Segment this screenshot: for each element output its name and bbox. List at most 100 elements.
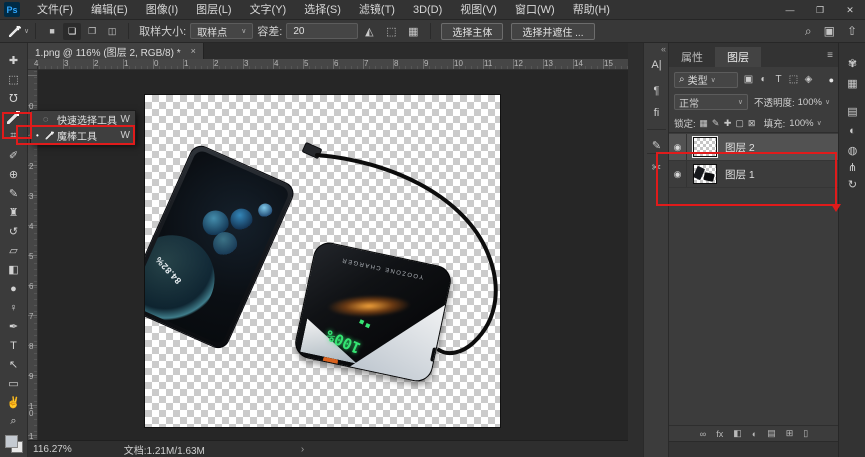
glyphs-panel-icon[interactable]: ﬁ xyxy=(644,107,669,119)
sample-size-select[interactable]: 取样点 ∨ xyxy=(190,23,253,39)
share-icon[interactable]: ⇧ xyxy=(847,24,857,38)
clone-stamp-tool[interactable]: ♜ xyxy=(2,203,26,222)
filter-type-layers-icon[interactable]: T xyxy=(771,74,786,85)
panel-menu-icon[interactable]: ≡ xyxy=(827,50,833,61)
gradient-tool[interactable]: ◧ xyxy=(2,260,26,279)
sample-all-layers-icon[interactable]: ▦ xyxy=(403,23,423,40)
crop-tool[interactable]: ⌗ xyxy=(2,127,26,146)
dodge-tool[interactable]: ♀ xyxy=(2,298,26,317)
filter-toggle-icon[interactable]: ● xyxy=(829,75,834,85)
move-tool[interactable]: ✚ xyxy=(2,51,26,70)
add-to-selection-icon[interactable]: ❏ xyxy=(63,23,81,40)
delete-layer-icon[interactable]: ▯ xyxy=(803,428,808,439)
canvas[interactable]: 84.82% YOOZONE CHARGER 100% xyxy=(145,95,500,427)
menu-item-3[interactable]: 图层(L) xyxy=(187,0,240,20)
eyedropper-tool[interactable]: ✐ xyxy=(2,146,26,165)
subtract-from-selection-icon[interactable]: ❐ xyxy=(83,23,101,40)
menu-item-2[interactable]: 图像(I) xyxy=(137,0,187,20)
fill-select[interactable]: 100% ∨ xyxy=(789,118,821,129)
filter-adjustment-layers-icon[interactable]: ◐ xyxy=(756,74,771,85)
color-panel-icon[interactable]: ✾ xyxy=(839,57,865,70)
menu-item-10[interactable]: 帮助(H) xyxy=(564,0,619,20)
document-tab[interactable]: 1.png @ 116% (图层 2, RGB/8) * × xyxy=(28,43,204,59)
close-icon[interactable]: × xyxy=(191,46,196,56)
character-panel-icon[interactable]: A| xyxy=(644,59,669,71)
intersect-selection-icon[interactable]: ◫ xyxy=(103,23,121,40)
paragraph-panel-icon[interactable]: ¶ xyxy=(644,85,669,97)
layer-visibility-eye-icon[interactable]: ◉ xyxy=(669,134,687,160)
chevron-right-icon[interactable]: › xyxy=(301,444,304,455)
restore-button[interactable]: ❐ xyxy=(805,0,835,20)
layer-thumbnail[interactable] xyxy=(693,137,717,157)
foreground-background-swatches[interactable] xyxy=(4,435,24,454)
menu-item-5[interactable]: 选择(S) xyxy=(295,0,350,20)
workspace-switcher-icon[interactable]: ▣ xyxy=(824,24,835,38)
libraries-panel-icon[interactable]: ▤ xyxy=(839,105,865,118)
menu-item-4[interactable]: 文字(Y) xyxy=(241,0,296,20)
eraser-tool[interactable]: ▱ xyxy=(2,241,26,260)
menu-item-1[interactable]: 编辑(E) xyxy=(82,0,137,20)
shape-tool[interactable]: ▭ xyxy=(2,374,26,393)
swatches-panel-icon[interactable]: ▦ xyxy=(839,77,865,90)
link-layers-icon[interactable]: ∞ xyxy=(700,429,706,439)
adjustments-panel-icon[interactable]: ◐ xyxy=(839,125,865,137)
layer-visibility-eye-icon[interactable]: ◉ xyxy=(669,161,687,187)
pen-tool[interactable]: ✒ xyxy=(2,317,26,336)
lock-pixels-icon[interactable]: ✎ xyxy=(710,118,722,129)
search-icon[interactable]: ⌕ xyxy=(805,24,812,39)
layer-effects-icon[interactable]: fx xyxy=(716,429,723,439)
brush-tool[interactable]: ✎ xyxy=(2,184,26,203)
layer-mask-icon[interactable]: ◧ xyxy=(733,428,742,439)
marquee-tool[interactable]: ⬚ xyxy=(2,70,26,89)
tolerance-input[interactable]: 20 xyxy=(286,23,358,39)
menu-item-9[interactable]: 窗口(W) xyxy=(506,0,564,20)
lasso-tool[interactable]: ℧ xyxy=(2,89,26,108)
new-selection-icon[interactable]: ■ xyxy=(43,23,61,40)
menu-item-8[interactable]: 视图(V) xyxy=(451,0,506,20)
menu-item-7[interactable]: 3D(D) xyxy=(404,0,451,20)
opacity-select[interactable]: 100% ∨ xyxy=(798,97,830,108)
foreground-color-swatch[interactable] xyxy=(5,435,18,448)
filter-smart-objects-icon[interactable]: ◈ xyxy=(801,74,816,85)
lock-transparent-icon[interactable]: ▦ xyxy=(698,118,710,129)
magic-wand-tool[interactable] xyxy=(2,108,26,127)
select-and-mask-button[interactable]: 选择并遮住 ... xyxy=(511,23,594,40)
healing-brush-tool[interactable]: ⊕ xyxy=(2,165,26,184)
paths-panel-icon[interactable]: ⋔ xyxy=(839,161,865,174)
type-tool[interactable]: T xyxy=(2,336,26,355)
flyout-item-1[interactable]: •魔棒工具W xyxy=(31,127,135,143)
layer-thumbnail[interactable] xyxy=(693,164,717,184)
blur-tool[interactable]: ● xyxy=(2,279,26,298)
layer-row-图层1[interactable]: ◉图层 1 xyxy=(669,161,839,188)
close-button[interactable]: ✕ xyxy=(835,0,865,20)
hand-tool[interactable]: ✌ xyxy=(2,393,26,412)
expand-panels-icon[interactable]: « xyxy=(661,44,666,54)
styles-panel-icon[interactable]: ◍ xyxy=(839,144,865,157)
filter-pixel-layers-icon[interactable]: ▣ xyxy=(741,74,756,85)
anti-alias-icon[interactable]: ◭ xyxy=(359,23,379,40)
zoom-level[interactable]: 116.27% xyxy=(33,444,72,455)
menu-item-0[interactable]: 文件(F) xyxy=(28,0,82,20)
adjustment-layer-icon[interactable]: ◐ xyxy=(752,429,757,439)
layer-group-icon[interactable]: ▤ xyxy=(767,428,776,439)
history-brush-tool[interactable]: ↺ xyxy=(2,222,26,241)
layer-filter-select[interactable]: ⌕ 类型 ∨ xyxy=(674,72,738,88)
tool-presets-panel-icon[interactable]: ✂ xyxy=(644,161,669,174)
brush-settings-panel-icon[interactable]: ✎ xyxy=(644,139,669,152)
history-panel-icon[interactable]: ↻ xyxy=(839,178,865,191)
contiguous-icon[interactable]: ⬚ xyxy=(381,23,401,40)
lock-all-icon[interactable]: ⊠ xyxy=(746,118,758,129)
zoom-tool[interactable]: ⌕ xyxy=(2,412,26,431)
path-select-tool[interactable]: ↖ xyxy=(2,355,26,374)
flyout-item-0[interactable]: ◌快速选择工具W xyxy=(31,111,135,127)
new-layer-icon[interactable]: ⊞ xyxy=(786,428,794,439)
blend-mode-select[interactable]: 正常 ∨ xyxy=(674,94,748,110)
lock-position-icon[interactable]: ✚ xyxy=(722,118,734,129)
layer-row-图层2[interactable]: ◉图层 2 xyxy=(669,134,839,161)
current-tool-badge[interactable]: ∨ xyxy=(8,25,29,38)
select-subject-button[interactable]: 选择主体 xyxy=(441,23,503,40)
panel-tab-properties[interactable]: 属性 xyxy=(669,47,715,67)
menu-item-6[interactable]: 滤镜(T) xyxy=(350,0,404,20)
lock-artboard-icon[interactable]: ▢ xyxy=(734,118,746,129)
filter-shape-layers-icon[interactable]: ⬚ xyxy=(786,74,801,85)
